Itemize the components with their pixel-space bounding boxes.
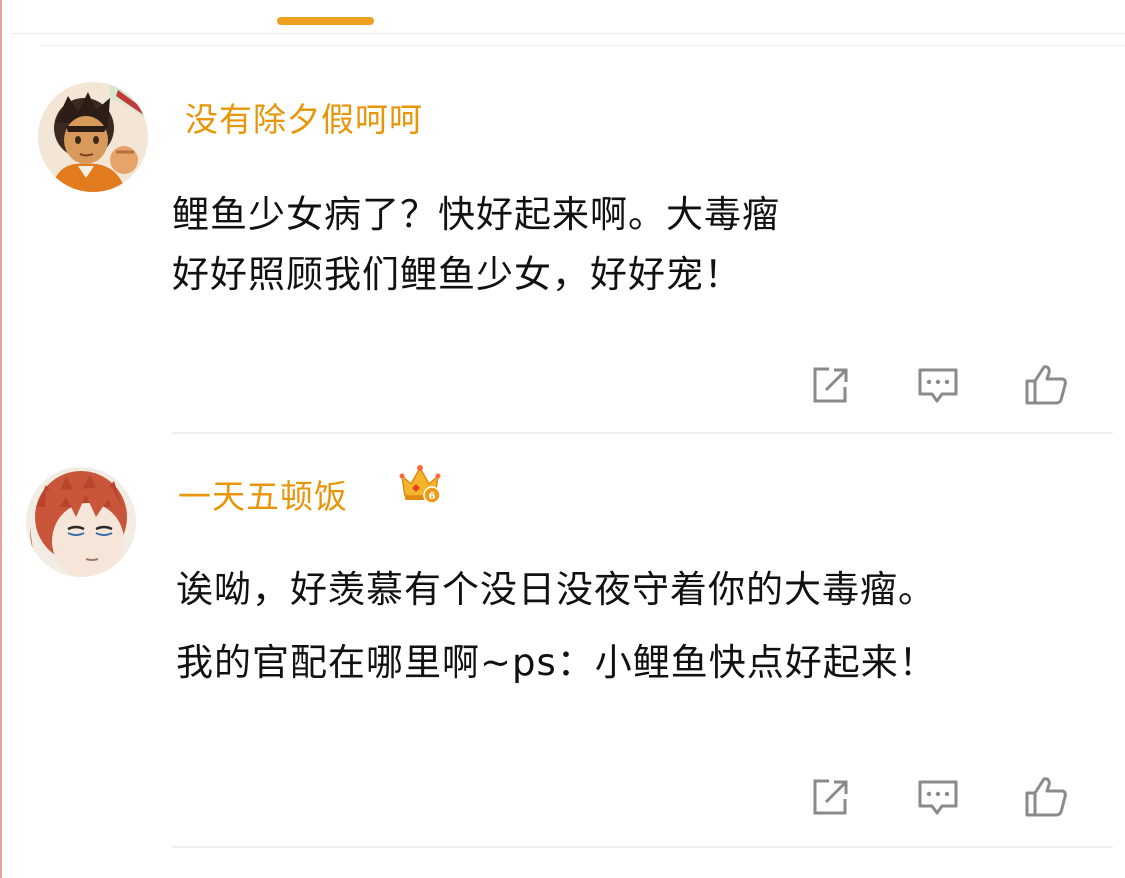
comment-text-line: 我的官配在哪里啊~ps：小鲤鱼快点好起来！ — [176, 641, 937, 684]
like-button[interactable] — [1021, 360, 1071, 410]
crown-level-badge-icon: 6 — [399, 465, 441, 504]
top-divider-secondary — [40, 45, 1125, 46]
like-icon — [1025, 777, 1067, 817]
top-divider — [10, 33, 1125, 34]
anime-redhead-avatar-icon — [26, 467, 136, 577]
share-icon — [813, 779, 848, 815]
username[interactable]: 一天五顿饭 — [178, 470, 348, 518]
like-icon — [1025, 365, 1067, 405]
comment-text-line: 好好照顾我们鲤鱼少女，好好宠！ — [172, 253, 742, 296]
left-edge-line — [0, 0, 2, 878]
share-button[interactable] — [805, 772, 855, 822]
avatar[interactable] — [26, 467, 136, 577]
comment-actions — [800, 360, 1080, 410]
like-button[interactable] — [1021, 772, 1071, 822]
comment-icon — [918, 780, 958, 815]
comment-text-line: 诶呦，好羡慕有个没日没夜守着你的大毒瘤。 — [176, 568, 936, 611]
comment-icon — [918, 368, 958, 403]
share-button[interactable] — [805, 360, 855, 410]
comment-button[interactable] — [913, 772, 963, 822]
username[interactable]: 没有除夕假呵呵 — [185, 93, 423, 141]
share-icon — [813, 367, 848, 403]
comment-button[interactable] — [913, 360, 963, 410]
comment-text-line: 鲤鱼少女病了？快好起来啊。大毒瘤 — [172, 193, 780, 236]
avatar[interactable] — [38, 82, 148, 192]
crown-level-badge[interactable]: 6 — [398, 462, 442, 506]
badge-level-text: 6 — [429, 491, 436, 502]
active-tab-indicator — [277, 17, 374, 25]
comment-actions — [800, 772, 1080, 822]
comment-divider — [172, 846, 1113, 848]
anime-boy-avatar-icon — [38, 82, 148, 192]
comment-divider — [172, 432, 1113, 434]
